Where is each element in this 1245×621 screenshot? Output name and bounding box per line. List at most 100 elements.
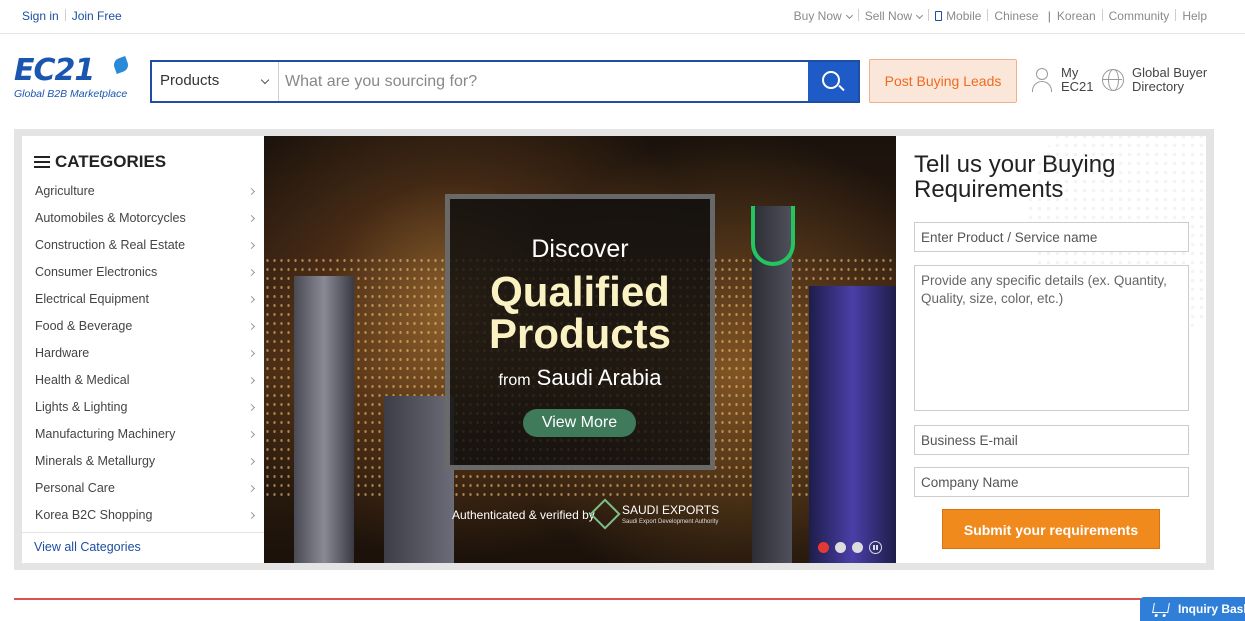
buy-now-menu[interactable]: Buy Now bbox=[794, 9, 853, 23]
community-link[interactable]: Community bbox=[1109, 9, 1170, 23]
promo-place: Saudi Arabia bbox=[536, 365, 662, 390]
category-item[interactable]: Personal Care bbox=[22, 475, 264, 502]
chevron-down-icon bbox=[845, 11, 853, 20]
promo-line-products: Products bbox=[488, 310, 672, 357]
my-ec21-label: My EC21 bbox=[1061, 66, 1094, 94]
chevron-right-icon bbox=[247, 403, 256, 412]
search-input[interactable] bbox=[280, 62, 808, 101]
category-item[interactable]: Agriculture bbox=[22, 178, 264, 205]
details-textarea[interactable] bbox=[914, 265, 1189, 411]
category-label: Manufacturing Machinery bbox=[35, 427, 176, 441]
post-buying-leads-button[interactable]: Post Buying Leads bbox=[869, 59, 1017, 103]
skyscraper-image bbox=[294, 276, 354, 563]
chevron-right-icon bbox=[247, 511, 256, 520]
chevron-right-icon bbox=[247, 187, 256, 196]
category-item[interactable]: Lights & Lighting bbox=[22, 394, 264, 421]
partner-name: SAUDI EXPORTS bbox=[622, 503, 720, 517]
product-name-input[interactable] bbox=[914, 222, 1189, 252]
saudi-exports-logo: SAUDI EXPORTS Saudi Export Development A… bbox=[622, 504, 719, 528]
search-bar: Products bbox=[150, 60, 860, 103]
category-item[interactable]: Minerals & Metallurgy bbox=[22, 448, 264, 475]
my-ec21-link[interactable]: My EC21 bbox=[1031, 66, 1101, 100]
chevron-right-icon bbox=[247, 214, 256, 223]
partner-subtitle: Saudi Export Development Authority bbox=[622, 519, 719, 525]
search-category-select[interactable]: Products bbox=[152, 62, 279, 101]
divider bbox=[1175, 9, 1177, 21]
section-divider bbox=[14, 598, 1214, 600]
search-category-value: Products bbox=[160, 72, 220, 89]
category-label: Korea B2C Shopping bbox=[35, 508, 153, 522]
chevron-right-icon bbox=[247, 322, 256, 331]
search-button[interactable] bbox=[808, 62, 858, 101]
carousel-dot[interactable] bbox=[835, 542, 846, 553]
globe-icon bbox=[1102, 69, 1124, 91]
category-label: Electrical Equipment bbox=[35, 292, 149, 306]
gbd-line2: Directory bbox=[1132, 79, 1185, 94]
categories-heading: CATEGORIES bbox=[34, 152, 166, 172]
shopping-cart-icon bbox=[1152, 603, 1170, 613]
gbd-line1: Global Buyer bbox=[1132, 65, 1208, 80]
help-link[interactable]: Help bbox=[1182, 9, 1207, 23]
category-item[interactable]: Electrical Equipment bbox=[22, 286, 264, 313]
account-links: Sign in Join Free bbox=[22, 9, 122, 23]
category-list: Agriculture Automobiles & Motorcycles Co… bbox=[22, 178, 264, 529]
category-label: Construction & Real Estate bbox=[35, 238, 186, 252]
list-icon bbox=[34, 156, 50, 168]
promo-line-origin: from Saudi Arabia bbox=[450, 365, 710, 391]
category-item[interactable]: Hardware bbox=[22, 340, 264, 367]
carousel-dot[interactable] bbox=[852, 542, 863, 553]
chinese-link[interactable]: Chinese bbox=[994, 9, 1038, 23]
categories-title: CATEGORIES bbox=[55, 152, 167, 171]
search-icon bbox=[822, 71, 840, 89]
sign-in-link[interactable]: Sign in bbox=[22, 9, 59, 23]
category-label: Agriculture bbox=[35, 184, 95, 198]
divider bbox=[928, 9, 930, 21]
chevron-right-icon bbox=[247, 268, 256, 277]
sell-now-menu[interactable]: Sell Now bbox=[865, 9, 924, 23]
mobile-link[interactable]: Mobile bbox=[935, 9, 981, 23]
divider bbox=[1101, 9, 1103, 21]
category-item[interactable]: Automobiles & Motorcycles bbox=[22, 205, 264, 232]
carousel-pager bbox=[818, 540, 888, 558]
my-ec21-line2: EC21 bbox=[1061, 79, 1094, 94]
category-label: Health & Medical bbox=[35, 373, 130, 387]
category-label: Automobiles & Motorcycles bbox=[35, 211, 186, 225]
mobile-phone-icon bbox=[935, 11, 943, 21]
chevron-right-icon bbox=[247, 241, 256, 250]
chevron-right-icon bbox=[247, 376, 256, 385]
join-free-link[interactable]: Join Free bbox=[72, 9, 122, 23]
view-more-button[interactable]: View More bbox=[523, 409, 636, 437]
ec21-logo[interactable]: EC21 Global B2B Marketplace bbox=[14, 56, 134, 106]
company-name-input[interactable] bbox=[914, 467, 1189, 497]
category-item[interactable]: Korea B2C Shopping bbox=[22, 502, 264, 529]
category-item[interactable]: Health & Medical bbox=[22, 367, 264, 394]
global-buyer-directory-label: Global Buyer Directory bbox=[1132, 66, 1207, 94]
tower-arch-lights bbox=[751, 206, 795, 266]
top-utility-bar: Sign in Join Free Buy Now Sell Now Mobile Ch… bbox=[0, 0, 1245, 34]
chevron-down-icon bbox=[916, 11, 924, 20]
promo-from: from bbox=[498, 372, 531, 389]
chevron-right-icon bbox=[247, 295, 256, 304]
submit-requirements-button[interactable]: Submit your requirements bbox=[942, 509, 1160, 549]
category-item[interactable]: Manufacturing Machinery bbox=[22, 421, 264, 448]
korean-link[interactable]: Korean bbox=[1057, 9, 1096, 23]
category-item[interactable]: Consumer Electronics bbox=[22, 259, 264, 286]
divider bbox=[857, 9, 859, 21]
carousel-dot-active[interactable] bbox=[818, 542, 829, 553]
pause-icon[interactable] bbox=[869, 541, 882, 554]
promo-line-qualified: Qualified bbox=[490, 268, 670, 315]
inquiry-basket-button[interactable]: Inquiry Basket bbox=[1140, 597, 1245, 621]
category-label: Minerals & Metallurgy bbox=[35, 454, 156, 468]
main-header: EC21 Global B2B Marketplace Products Pos… bbox=[0, 34, 1245, 129]
hero-banner[interactable]: Discover Qualified Products from Saudi A… bbox=[264, 136, 896, 563]
category-item[interactable]: Food & Beverage bbox=[22, 313, 264, 340]
my-ec21-line1: My bbox=[1061, 65, 1079, 80]
chevron-right-icon bbox=[247, 484, 256, 493]
category-item[interactable]: Construction & Real Estate bbox=[22, 232, 264, 259]
category-label: Hardware bbox=[35, 346, 90, 360]
business-email-input[interactable] bbox=[914, 425, 1189, 455]
view-all-categories-link[interactable]: View all Categories bbox=[22, 532, 264, 554]
global-buyer-directory-link[interactable]: Global Buyer Directory bbox=[1102, 66, 1222, 100]
category-label: Lights & Lighting bbox=[35, 400, 128, 414]
chevron-right-icon bbox=[247, 430, 256, 439]
